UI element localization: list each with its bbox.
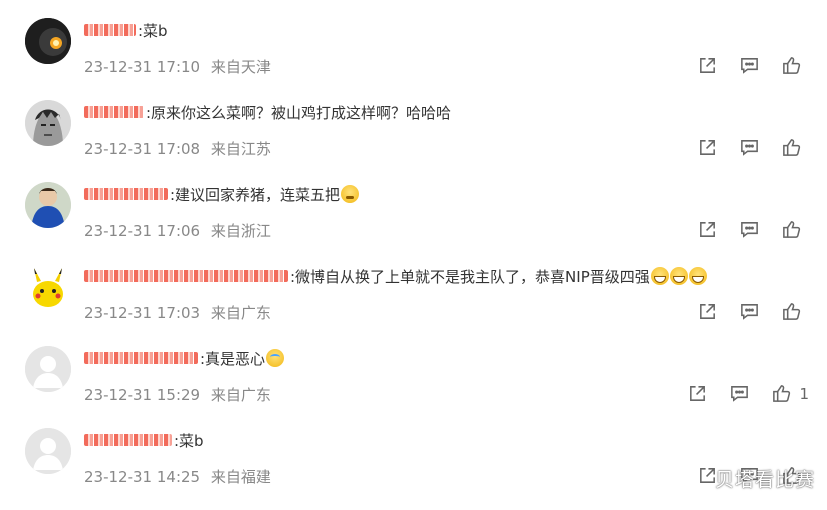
comment-location: 来自广东 [210,386,271,404]
thumbs-up-icon [781,137,802,158]
thumbs-up-icon [771,383,792,404]
avatar[interactable] [25,428,71,474]
grin-emoji-icon [688,267,707,285]
avatar[interactable] [25,18,71,64]
grin-emoji-icon [650,267,669,285]
username-redacted[interactable] [84,106,144,118]
comment-icon[interactable] [729,383,750,404]
avatar[interactable] [25,182,71,228]
share-icon[interactable] [697,137,718,158]
thumbs-up-icon [781,301,802,322]
crying-emoji-icon [266,349,285,367]
avatar-sketch-face-icon [25,100,71,146]
like-button[interactable]: 1 [771,383,809,404]
comment-date: 23-12-31 17:08 [84,140,201,158]
avatar-pikachu-icon [25,264,71,310]
comment-text: :菜b [174,431,204,450]
comment-date: 23-12-31 17:03 [84,304,201,322]
username-redacted[interactable] [84,270,288,282]
comment-item: :菜b 23-12-31 17:10 来自天津 [0,18,827,100]
username-redacted[interactable] [84,24,136,36]
comment-icon[interactable] [739,219,760,240]
comment-text: :菜b [138,21,168,40]
avatar[interactable] [25,264,71,310]
like-count: 1 [799,384,809,403]
comment-location: 来自广东 [210,304,271,322]
comment-date: 23-12-31 17:06 [84,222,201,240]
share-icon[interactable] [697,219,718,240]
comment-item: :原来你这么菜啊？被山鸡打成这样啊？哈哈哈 23-12-31 17:08 来自江… [0,100,827,182]
watermark: 贝塔看比赛 [714,469,815,491]
share-icon[interactable] [687,383,708,404]
comment-item: :真是恶心 23-12-31 15:29 来自广东 1 [0,346,827,428]
like-button[interactable] [781,301,809,322]
comment-location: 来自福建 [210,468,271,486]
share-icon[interactable] [697,55,718,76]
thumbs-up-icon [781,219,802,240]
username-redacted[interactable] [84,352,198,364]
comment-text: :原来你这么菜啊？被山鸡打成这样啊？哈哈哈 [146,103,452,122]
sweat-emoji-icon [341,185,360,203]
comment-location: 来自江苏 [210,140,271,158]
username-redacted[interactable] [84,434,172,446]
thumbs-up-icon [781,55,802,76]
comment-icon[interactable] [739,137,760,158]
comment-item: :菜b 23-12-31 14:25 来自福建 [0,428,827,510]
comment-location: 来自浙江 [210,222,271,240]
comment-text: :微博自从换了上单就不是我主队了，恭喜NIP晋级四强 [290,267,650,286]
comment-location: 来自天津 [210,58,271,76]
like-button[interactable] [781,137,809,158]
like-button[interactable] [781,55,809,76]
avatar[interactable] [25,100,71,146]
comment-date: 23-12-31 17:10 [84,58,201,76]
avatar-dark-fire-icon [25,18,71,64]
username-redacted[interactable] [84,188,168,200]
comment-text: :建议回家养猪，连菜五把 [170,185,341,204]
share-icon[interactable] [697,301,718,322]
grin-emoji-icon [669,267,688,285]
comment-text: :真是恶心 [200,349,266,368]
comment-date: 23-12-31 15:29 [84,386,201,404]
comment-date: 23-12-31 14:25 [84,468,201,486]
comment-icon[interactable] [739,55,760,76]
comment-icon[interactable] [739,301,760,322]
default-avatar-icon [25,428,71,474]
comment-item: :微博自从换了上单就不是我主队了，恭喜NIP晋级四强 23-12-31 17:0… [0,264,827,346]
avatar[interactable] [25,346,71,392]
comment-item: :建议回家养猪，连菜五把 23-12-31 17:06 来自浙江 [0,182,827,264]
default-avatar-icon [25,346,71,392]
like-button[interactable] [781,219,809,240]
avatar-blue-character-icon [25,182,71,228]
